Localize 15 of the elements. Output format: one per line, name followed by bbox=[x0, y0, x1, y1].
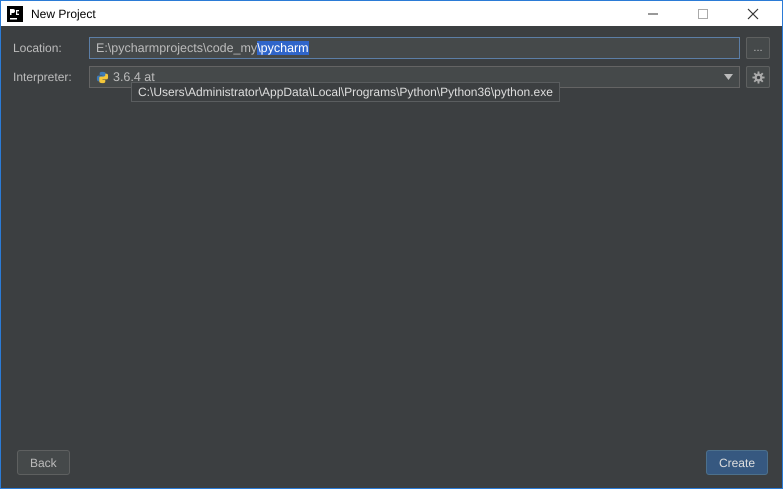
close-icon[interactable] bbox=[747, 8, 759, 20]
interpreter-label: Interpreter: bbox=[13, 70, 73, 84]
location-label: Location: bbox=[13, 41, 63, 55]
location-field[interactable]: E:\pycharmprojects\code_my\pycharm bbox=[89, 37, 740, 59]
create-button[interactable]: Create bbox=[706, 450, 768, 475]
settings-button[interactable] bbox=[746, 66, 770, 88]
interpreter-value: 3.6.4 at bbox=[113, 70, 155, 84]
app-logo-icon bbox=[7, 6, 23, 22]
caret-icon[interactable] bbox=[724, 74, 733, 80]
python-icon bbox=[96, 70, 109, 84]
browse-button[interactable]: ... bbox=[746, 37, 770, 59]
path-tooltip: C:\Users\Administrator\AppData\Local\Programs\Python\Python36\python.exe bbox=[131, 82, 560, 102]
back-button[interactable]: Back bbox=[17, 450, 70, 475]
settings-icon bbox=[752, 70, 764, 84]
window-title: New Project bbox=[31, 6, 96, 20]
